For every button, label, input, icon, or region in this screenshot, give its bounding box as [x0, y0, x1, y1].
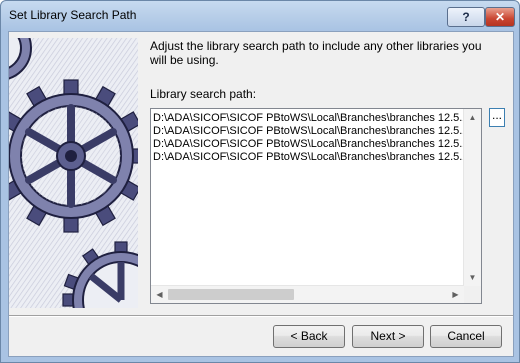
cancel-button[interactable]: Cancel — [430, 325, 502, 348]
dialog-window: Set Library Search Path ? ✕ Adjust the l… — [0, 0, 520, 363]
scroll-left-arrow-icon[interactable]: ◀ — [151, 286, 168, 303]
next-button[interactable]: Next > — [352, 325, 424, 348]
horizontal-scroll-thumb[interactable] — [168, 289, 294, 300]
horizontal-scrollbar[interactable]: ◀ ▶ — [151, 285, 464, 303]
list-item[interactable]: D:\ADA\SICOF\SICOF PBtoWS\Local\Branches… — [153, 112, 467, 125]
close-button[interactable]: ✕ — [485, 7, 515, 27]
scrollbar-corner — [464, 286, 481, 303]
back-button[interactable]: < Back — [273, 325, 345, 348]
scroll-up-arrow-icon[interactable]: ▲ — [464, 109, 481, 126]
library-search-path-label: Library search path: — [150, 87, 257, 101]
library-search-path-list[interactable]: D:\ADA\SICOF\SICOF PBtoWS\Local\Branches… — [150, 108, 482, 304]
list-item[interactable]: D:\ADA\SICOF\SICOF PBtoWS\Local\Branches… — [153, 125, 467, 138]
button-separator — [9, 315, 513, 317]
list-item[interactable]: D:\ADA\SICOF\SICOF PBtoWS\Local\Branches… — [153, 151, 467, 164]
list-item[interactable]: D:\ADA\SICOF\SICOF PBtoWS\Local\Branches… — [153, 138, 467, 151]
path-rows: D:\ADA\SICOF\SICOF PBtoWS\Local\Branches… — [153, 112, 467, 286]
browse-button[interactable]: ... — [489, 108, 505, 127]
scroll-down-arrow-icon[interactable]: ▼ — [464, 269, 481, 286]
vertical-scrollbar[interactable]: ▲ ▼ — [463, 109, 481, 286]
instruction-text: Adjust the library search path to includ… — [150, 39, 482, 67]
window-title: Set Library Search Path — [9, 8, 137, 22]
dialog-client-area: Adjust the library search path to includ… — [8, 31, 514, 357]
gears-image — [9, 38, 138, 308]
gears-illustration — [9, 38, 138, 308]
scroll-right-arrow-icon[interactable]: ▶ — [447, 286, 464, 303]
title-bar[interactable]: Set Library Search Path ? ✕ — [1, 1, 519, 31]
help-button[interactable]: ? — [447, 7, 485, 27]
